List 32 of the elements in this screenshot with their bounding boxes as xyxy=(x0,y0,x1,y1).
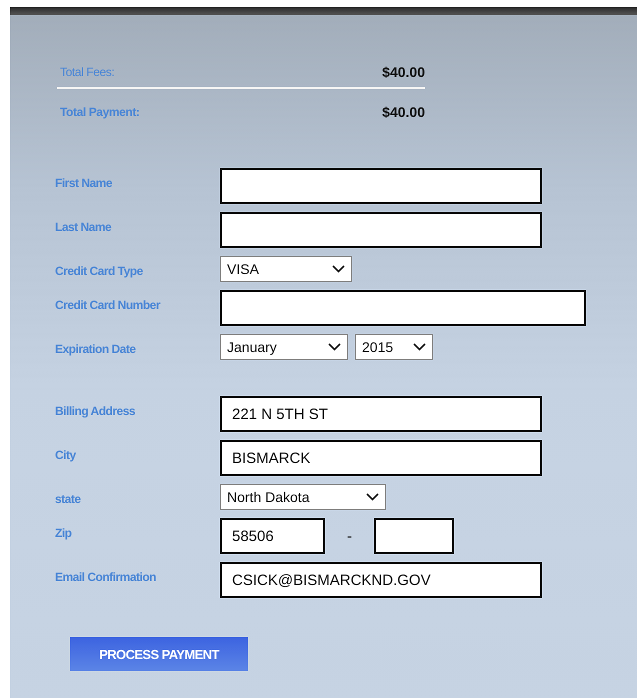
chevron-down-icon xyxy=(366,493,379,501)
text-field[interactable] xyxy=(220,290,586,326)
zip-field[interactable]: 58506 xyxy=(220,518,325,554)
field-label: Credit Card Type xyxy=(55,263,144,278)
field-label: state xyxy=(55,491,82,506)
text-field[interactable]: BISMARCK xyxy=(220,440,542,476)
total-label: Total Payment: xyxy=(60,105,140,119)
text-field[interactable] xyxy=(220,168,542,204)
field-label: City xyxy=(55,447,77,462)
zip-extension-field[interactable] xyxy=(374,518,454,554)
field-label: Credit Card Number xyxy=(55,297,162,312)
dropdown[interactable]: North Dakota xyxy=(220,484,386,510)
text-field[interactable] xyxy=(220,212,542,248)
dropdown[interactable]: VISA xyxy=(220,256,352,282)
field-label: First Name xyxy=(55,175,114,190)
process-payment-button[interactable]: PROCESS PAYMENT xyxy=(70,637,248,671)
field-label: Expiration Date xyxy=(55,341,137,356)
dropdown[interactable]: January xyxy=(220,334,348,360)
chevron-down-icon xyxy=(332,265,345,273)
field-label: Email Confirmation xyxy=(55,569,158,584)
total-amount: $40.00 xyxy=(382,104,425,120)
field-label: Last Name xyxy=(55,219,112,234)
separator-text: - xyxy=(346,528,353,544)
chevron-down-icon xyxy=(413,343,426,351)
text-field[interactable]: CSICK@BISMARCKND.GOV xyxy=(220,562,542,598)
text-field[interactable]: 221 N 5TH ST xyxy=(220,396,542,432)
chevron-down-icon xyxy=(328,343,341,351)
field-label: Zip xyxy=(55,525,72,540)
total-label: Total Fees: xyxy=(60,65,114,79)
total-amount: $40.00 xyxy=(382,64,425,80)
field-label: Billing Address xyxy=(55,403,136,418)
dropdown[interactable]: 2015 xyxy=(355,334,433,360)
